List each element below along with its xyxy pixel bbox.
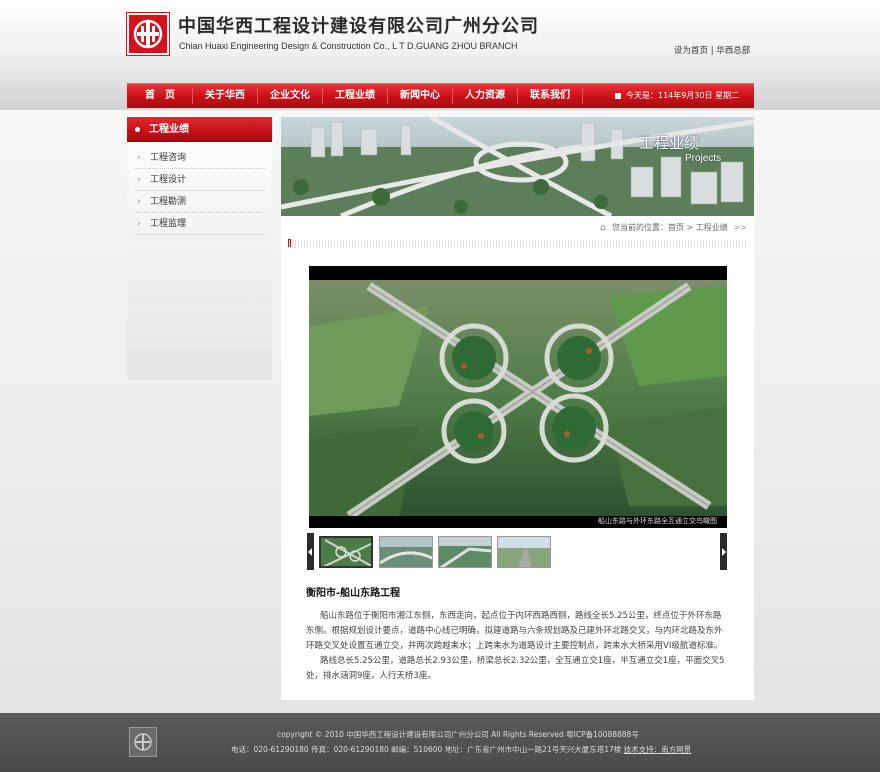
main-content: 工程业绩 Projects ⌂ 您当前的位置：首页 > 工程业绩 >> 船山东路… bbox=[281, 117, 754, 700]
logo-emblem-icon bbox=[134, 733, 152, 751]
nav-divider bbox=[517, 88, 518, 104]
breadcrumb: ⌂ 您当前的位置：首页 > 工程业绩 >> bbox=[600, 222, 747, 233]
description-paragraph: 路线总长5.25公里，道路总长2.93公里，桥梁总长2.32公里，全互通立交1座… bbox=[306, 656, 725, 681]
top-links: 设为首页 | 华西总部 bbox=[674, 44, 750, 56]
tech-support-link[interactable]: 技术支持：南方网景 bbox=[624, 745, 692, 754]
section-divider bbox=[289, 240, 747, 248]
sidebar-item-consulting[interactable]: › 工程咨询 bbox=[135, 148, 265, 169]
thumbnail-prev-button[interactable] bbox=[307, 533, 314, 570]
thumbnail-image bbox=[380, 537, 432, 567]
nav-divider bbox=[452, 88, 453, 104]
chevron-right-icon: › bbox=[137, 175, 141, 185]
company-name-en: Chian Huaxi Engineering Design & Constru… bbox=[179, 41, 518, 51]
sidebar: 工程业绩 › 工程咨询 › 工程设计 › 工程勘测 › 工程监理 bbox=[127, 117, 272, 380]
footer-copyright: copyright © 2010 中国华西工程设计建设有限公司广州分公司 All… bbox=[277, 730, 639, 739]
nav-about[interactable]: 关于华西 bbox=[194, 84, 256, 108]
sidebar-item-survey[interactable]: › 工程勘测 bbox=[135, 192, 265, 213]
thumbnail-3[interactable] bbox=[438, 536, 492, 568]
project-photo: 船山东路与外环东路全互通立交鸟瞰图 bbox=[309, 266, 727, 528]
bullet-icon bbox=[135, 127, 140, 132]
top-links-separator: | bbox=[710, 46, 714, 56]
project-description: 船山东路位于衡阳市湘江东侧，东西走向，起点位于内环西路西侧，路线全长5.25公里… bbox=[306, 609, 729, 684]
interchange-aerial-image bbox=[309, 266, 727, 528]
nav-culture[interactable]: 企业文化 bbox=[259, 84, 321, 108]
home-icon: ⌂ bbox=[600, 223, 606, 233]
nav-divider bbox=[582, 88, 583, 104]
footer-contact-text: 电话：020-61290180 传真：020-61290180 邮编：51060… bbox=[231, 745, 622, 754]
thumbnail-image bbox=[498, 537, 550, 567]
company-name-cn: 中国华西工程设计建设有限公司广州分公司 bbox=[178, 16, 539, 37]
sidebar-header: 工程业绩 bbox=[127, 117, 272, 142]
date-text: 今天是：114年9月30日 星期二 bbox=[626, 91, 740, 100]
breadcrumb-text: 您当前的位置：首页 > 工程业绩 bbox=[612, 223, 728, 232]
sidebar-item-label: 工程咨询 bbox=[150, 153, 187, 163]
set-homepage-link[interactable]: 设为首页 bbox=[674, 46, 708, 56]
nav-divider bbox=[192, 88, 193, 104]
nav-contact[interactable]: 联系我们 bbox=[519, 84, 581, 108]
nav-divider bbox=[257, 88, 258, 104]
project-title: 衡阳市-船山东路工程 bbox=[306, 588, 401, 599]
thumbnail-1[interactable] bbox=[319, 536, 373, 568]
date-square-icon bbox=[615, 92, 621, 99]
chevron-right-icon: › bbox=[137, 153, 141, 163]
breadcrumb-arrows: >> bbox=[733, 223, 747, 232]
sidebar-item-label: 工程设计 bbox=[150, 175, 187, 185]
footer-logo bbox=[129, 727, 157, 757]
sidebar-item-label: 工程监理 bbox=[150, 219, 187, 229]
thumbnail-2[interactable] bbox=[379, 536, 433, 568]
banner-subtitle: Projects bbox=[685, 153, 722, 164]
chevron-right-icon: › bbox=[137, 219, 141, 229]
nav-divider bbox=[387, 88, 388, 104]
nav-divider bbox=[322, 88, 323, 104]
thumbnail-image bbox=[321, 538, 371, 566]
sidebar-item-design[interactable]: › 工程设计 bbox=[135, 170, 265, 191]
thumbnail-4[interactable] bbox=[497, 536, 551, 568]
sidebar-item-supervision[interactable]: › 工程监理 bbox=[135, 214, 265, 235]
main-nav: 首 页 关于华西 企业文化 工程业绩 新闻中心 人力资源 联系我们 今天是：11… bbox=[127, 83, 754, 108]
thumbnail-next-button[interactable] bbox=[720, 533, 727, 570]
sidebar-item-label: 工程勘测 bbox=[150, 197, 187, 207]
nav-hr[interactable]: 人力资源 bbox=[454, 84, 516, 108]
footer-contact: 电话：020-61290180 传真：020-61290180 邮编：51060… bbox=[231, 744, 691, 755]
logo-emblem-icon bbox=[133, 19, 163, 49]
chevron-right-icon: › bbox=[137, 197, 141, 207]
nav-home[interactable]: 首 页 bbox=[129, 84, 191, 108]
nav-projects[interactable]: 工程业绩 bbox=[324, 84, 386, 108]
description-paragraph: 船山东路位于衡阳市湘江东侧，东西走向，起点位于内环西路西侧，路线全长5.25公里… bbox=[306, 611, 723, 651]
current-date: 今天是：114年9月30日 星期二 bbox=[615, 84, 739, 108]
sidebar-title: 工程业绩 bbox=[149, 124, 189, 135]
company-logo[interactable] bbox=[127, 13, 169, 55]
projects-banner: 工程业绩 Projects bbox=[281, 117, 754, 216]
photo-caption: 船山东路与外环东路全互通立交鸟瞰图 bbox=[598, 517, 717, 525]
hq-link[interactable]: 华西总部 bbox=[716, 46, 750, 56]
banner-title: 工程业绩 bbox=[639, 134, 700, 152]
footer: copyright © 2010 中国华西工程设计建设有限公司广州分公司 All… bbox=[0, 713, 880, 772]
nav-news[interactable]: 新闻中心 bbox=[389, 84, 451, 108]
thumbnail-image bbox=[439, 537, 491, 567]
